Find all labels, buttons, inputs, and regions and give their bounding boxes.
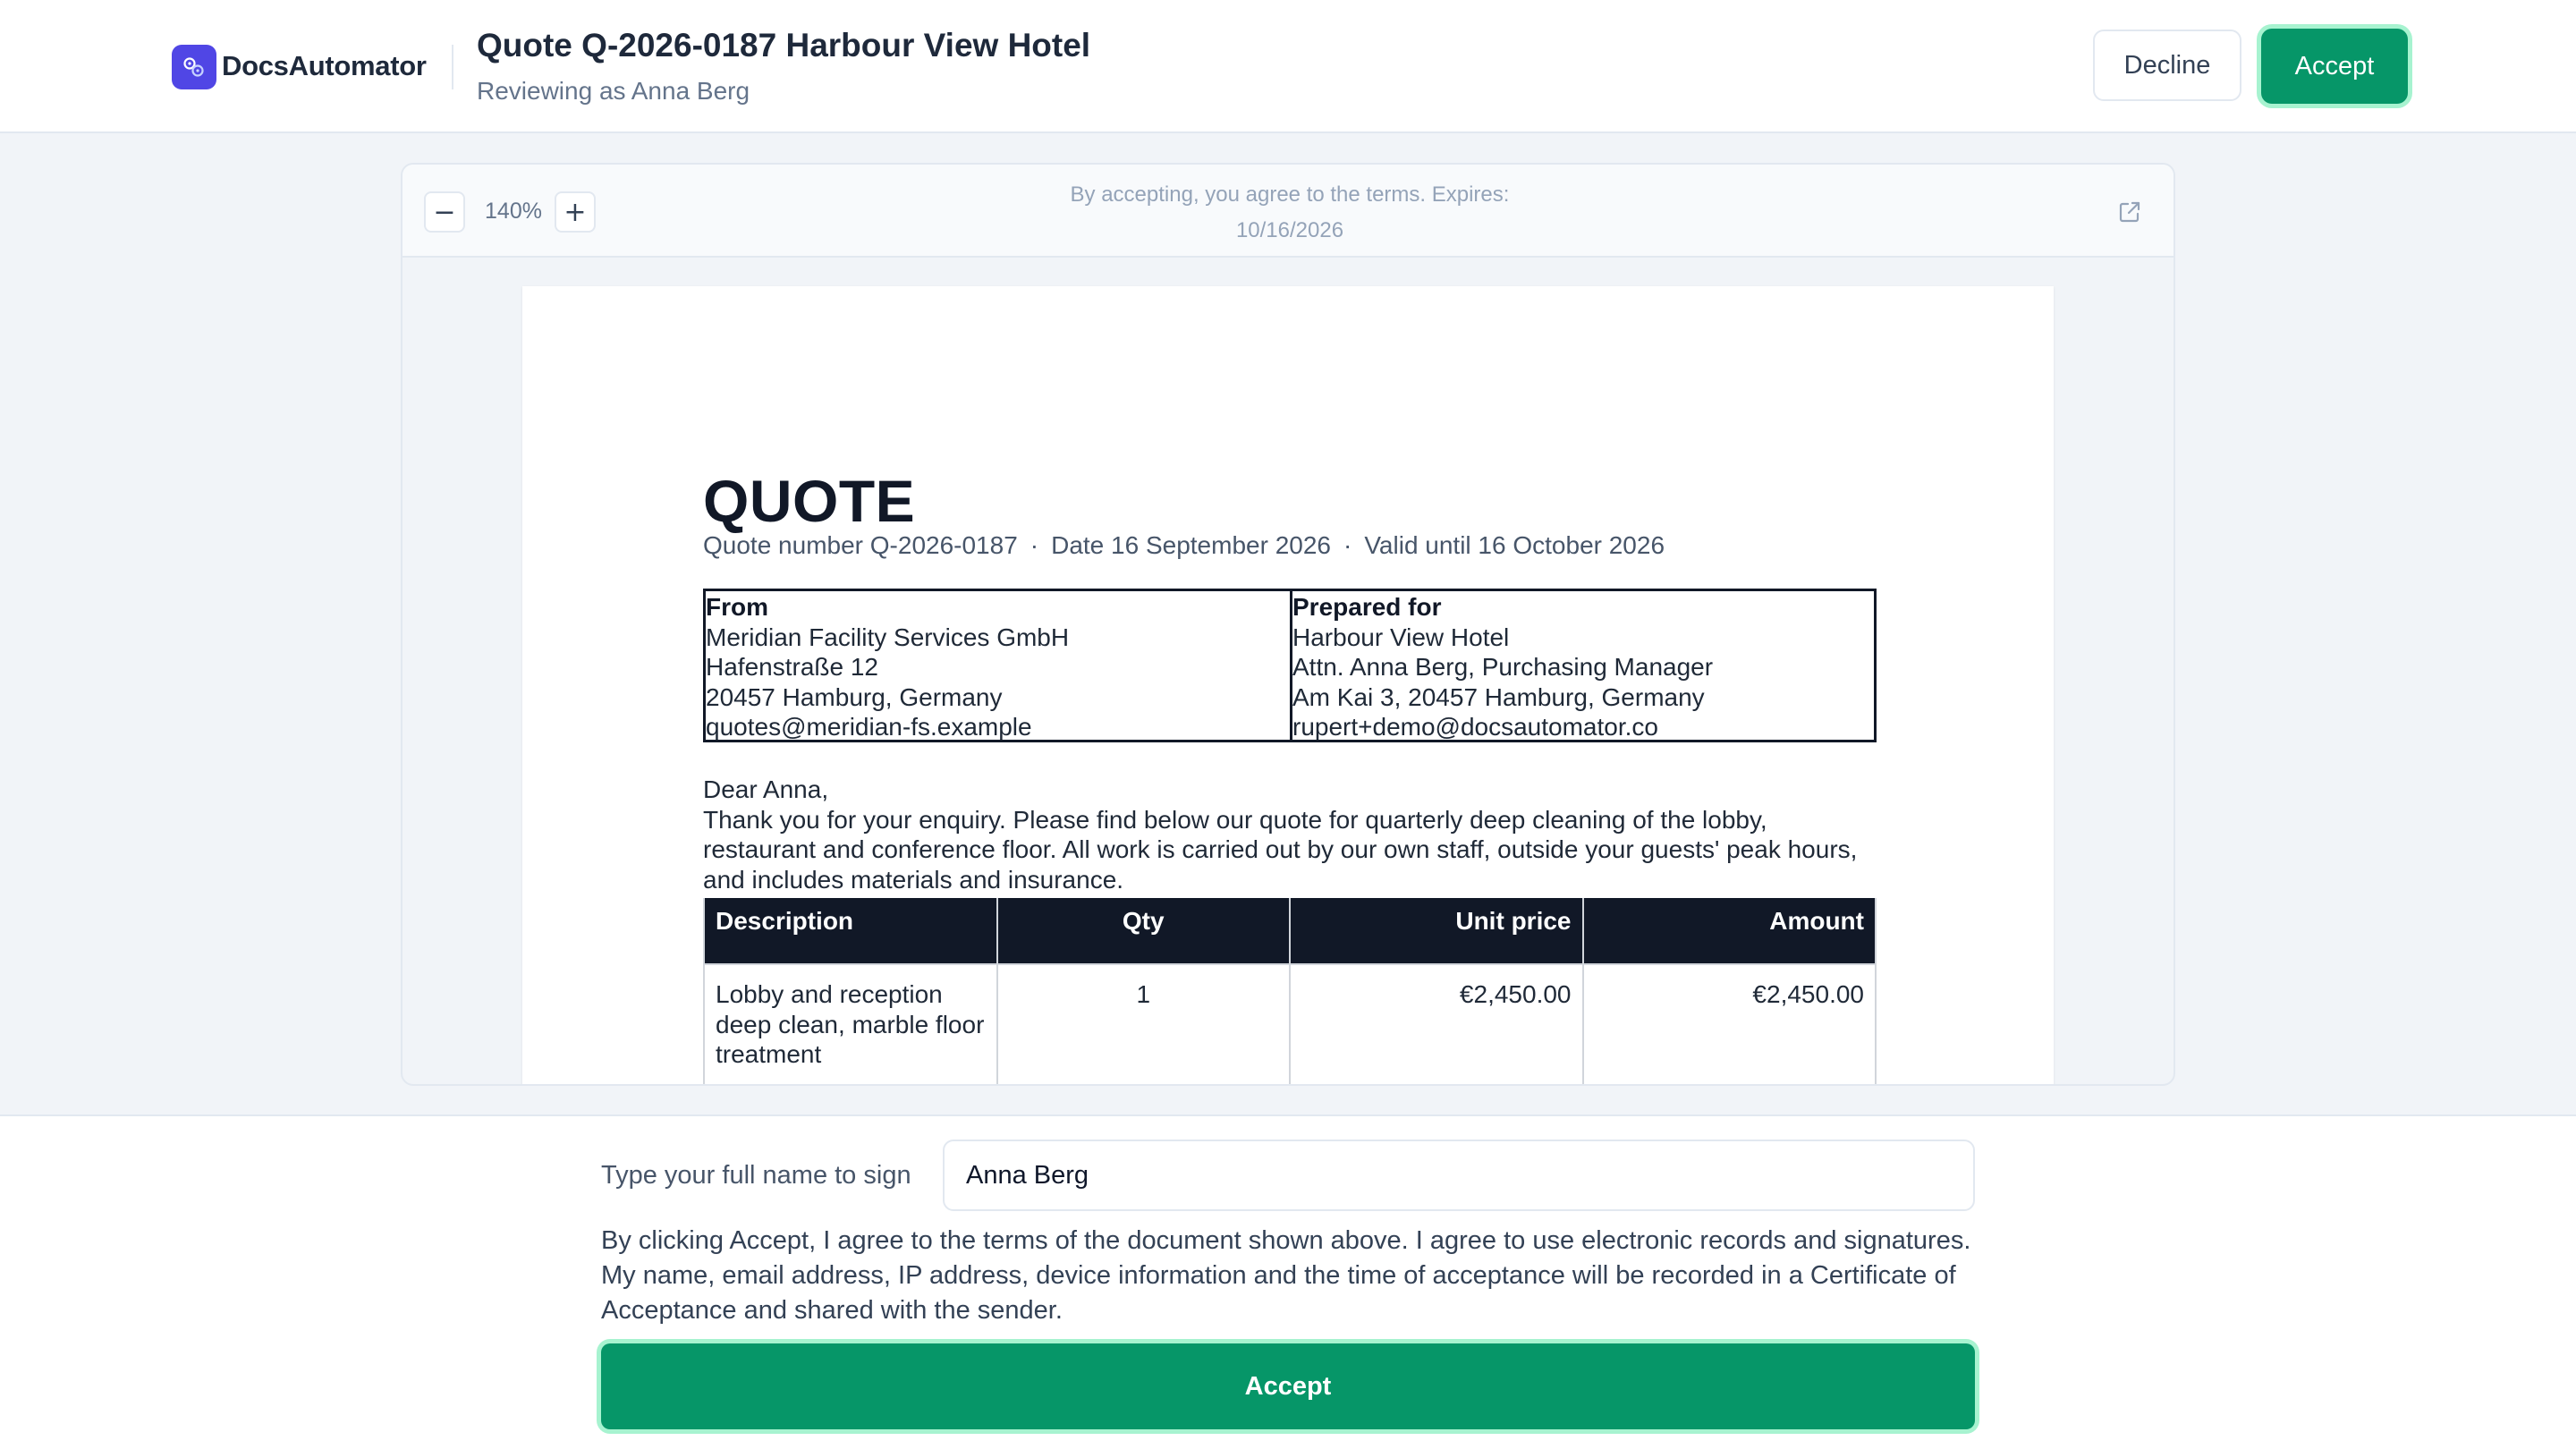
from-email: quotes@meridian-fs.example [706, 713, 1032, 740]
quote-heading: QUOTE [703, 468, 916, 534]
decline-button[interactable]: Decline [2093, 30, 2241, 101]
to-line: Attn. Anna Berg, Purchasing Manager [1292, 653, 1714, 681]
table-header-row: Description Qty Unit price Amount [703, 898, 1877, 965]
minus-icon: − [433, 196, 456, 228]
from-heading: From [706, 593, 768, 621]
column-header-unit-price: Unit price [1289, 898, 1584, 965]
cell-qty: 1 [996, 963, 1291, 1084]
page-title: Quote Q-2026-0187 Harbour View Hotel [477, 27, 1091, 64]
cell-description: Lobby and reception deep clean, marble f… [703, 963, 998, 1084]
zoom-in-button[interactable]: + [555, 191, 596, 233]
greeting: Dear Anna, [703, 775, 829, 803]
to-email: rupert+demo@docsautomator.co [1292, 713, 1658, 740]
cell-amount: €2,450.00 [1581, 963, 1877, 1084]
consent-text: By clicking Accept, I agree to the terms… [601, 1226, 1971, 1325]
external-link-icon[interactable] [2116, 199, 2143, 225]
plus-icon: + [564, 196, 587, 228]
accept-button[interactable]: Accept [601, 1343, 1975, 1429]
quote-meta: Quote number Q-2026-0187 · Date 16 Septemb… [703, 531, 1665, 560]
zoom-out-button[interactable]: − [424, 191, 465, 233]
cover-letter: Dear Anna, Thank you for your enquiry. P… [703, 775, 1877, 894]
zoom-level: 140% [485, 199, 542, 224]
brand-name[interactable]: DocsAutomator [222, 50, 427, 82]
quote-number: Quote number Q-2026-0187 [703, 531, 1018, 559]
to-heading: Prepared for [1292, 593, 1442, 621]
cell-unit-price: €2,450.00 [1289, 963, 1584, 1084]
document-viewer[interactable]: − 140% + By accepting, you agree to the … [401, 163, 2175, 1086]
letter-body: Thank you for your enquiry. Please find … [703, 805, 1858, 894]
accept-button-header[interactable]: Accept [2261, 29, 2408, 104]
from-line: 20457 Hamburg, Germany [706, 682, 1003, 711]
meta-separator: · [1343, 531, 1352, 559]
reviewer-subtitle: Reviewing as Anna Berg [477, 77, 750, 105]
column-header-amount: Amount [1581, 898, 1877, 965]
line-items-table: Description Qty Unit price Amount Lobby … [703, 898, 1877, 1084]
signature-panel: Type your full name to sign By clicking … [0, 1114, 2576, 1449]
docsautomator-logo-icon[interactable] [172, 45, 216, 89]
from-line: Hafenstraße 12 [706, 653, 878, 681]
viewer-toolbar: − 140% + By accepting, you agree to the … [402, 165, 2174, 258]
signature-label: Type your full name to sign [601, 1161, 911, 1190]
parties-table: From Meridian Facility Services GmbH Haf… [703, 589, 1877, 742]
to-line: Am Kai 3, 20457 Hamburg, Germany [1292, 682, 1705, 711]
to-party: Prepared for Harbour View Hotel Attn. An… [1290, 591, 1874, 740]
header-divider [452, 45, 453, 89]
table-row: Lobby and reception deep clean, marble f… [703, 963, 1877, 1084]
column-header-description: Description [703, 898, 998, 965]
expiry-notice: By accepting, you agree to the terms. Ex… [1070, 182, 1510, 242]
document-page: QUOTE Quote number Q-2026-0187 · Date 16 S… [522, 286, 2054, 1084]
column-header-qty: Qty [996, 898, 1291, 965]
to-line: Harbour View Hotel [1292, 623, 1510, 651]
from-line: Meridian Facility Services GmbH [706, 623, 1070, 651]
top-bar: DocsAutomator Quote Q-2026-0187 Harbour … [0, 0, 2576, 133]
from-party: From Meridian Facility Services GmbH Haf… [706, 591, 1290, 740]
meta-separator: · [1030, 531, 1039, 559]
signature-name-input[interactable] [943, 1140, 1975, 1211]
quote-date: Date 16 September 2026 [1051, 531, 1331, 559]
quote-valid-until: Valid until 16 October 2026 [1364, 531, 1665, 559]
